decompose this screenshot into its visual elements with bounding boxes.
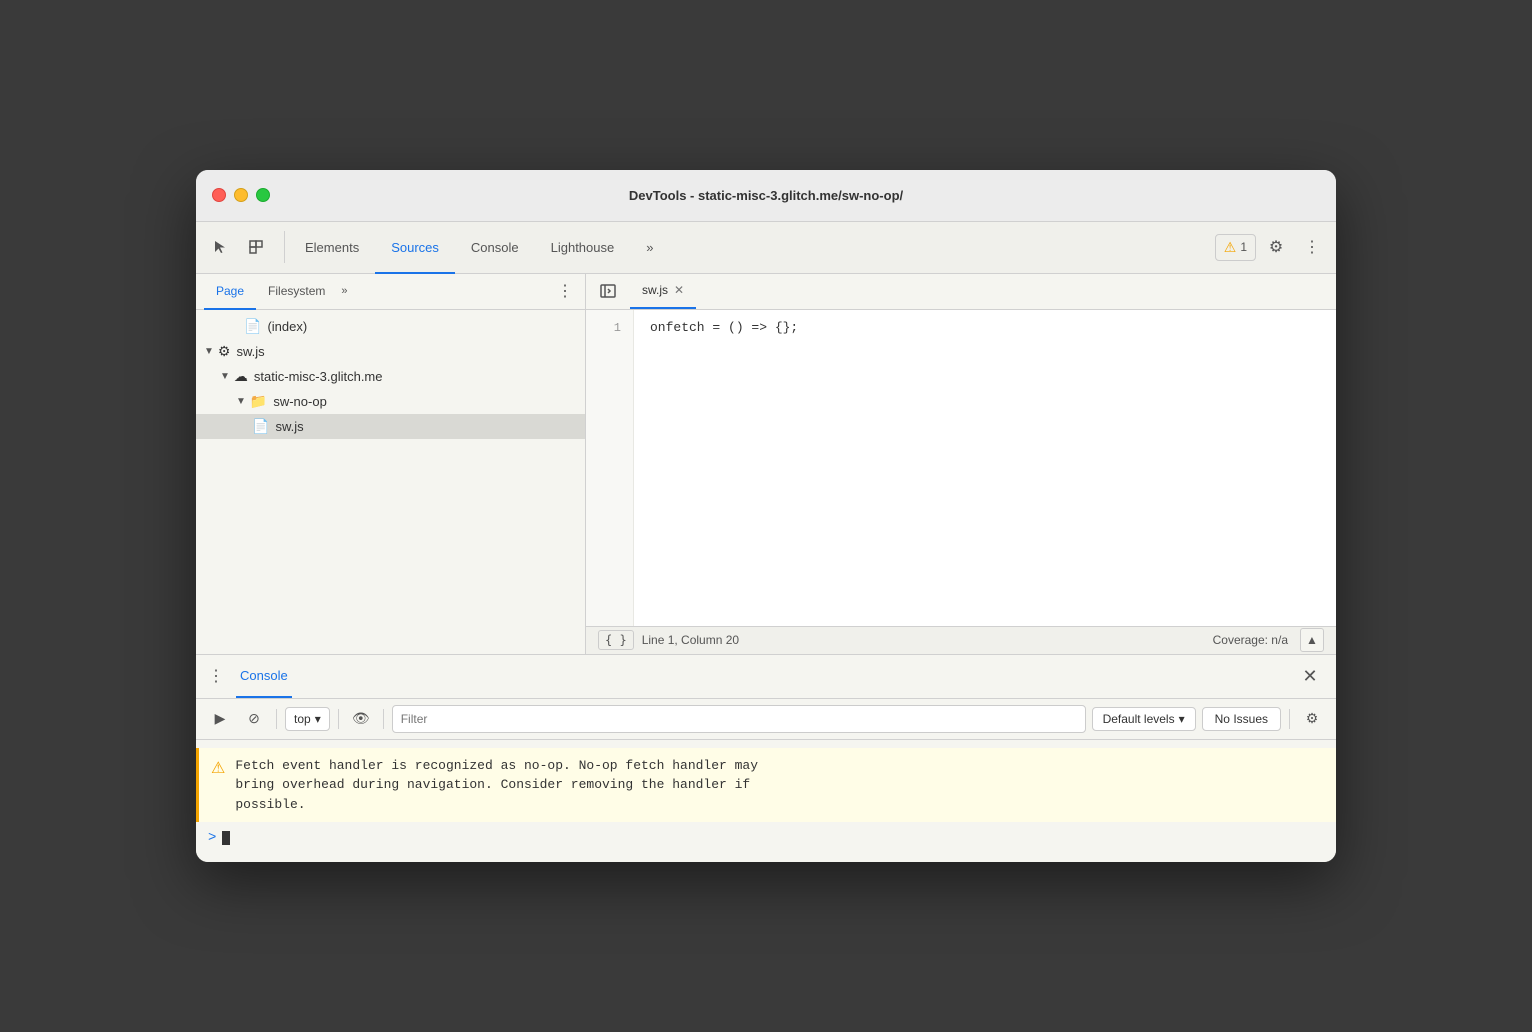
code-line-1: onfetch = () => {};	[650, 318, 1320, 338]
file-tree: 📄 (index) ▼ ⚙ sw.js ▼ ☁ static-misc-3.gl…	[196, 310, 585, 654]
sidebar-toggle-button[interactable]	[594, 277, 622, 305]
panel-tab-filesystem[interactable]: Filesystem	[256, 275, 337, 310]
minimize-button[interactable]	[234, 188, 248, 202]
top-context-selector[interactable]: top ▾	[285, 707, 330, 731]
file-icon: 📄	[244, 318, 261, 335]
editor-tab-swjs[interactable]: sw.js ✕	[630, 274, 696, 309]
tab-more[interactable]: »	[630, 223, 669, 274]
warning-icon: ⚠	[1224, 239, 1237, 256]
close-button[interactable]	[212, 188, 226, 202]
tab-sources[interactable]: Sources	[375, 223, 455, 274]
maximize-button[interactable]	[256, 188, 270, 202]
tree-item-domain[interactable]: ▼ ☁ static-misc-3.glitch.me	[196, 364, 585, 389]
console-settings-button[interactable]: ⚙	[1298, 705, 1326, 733]
separator	[383, 709, 384, 729]
devtools-window: DevTools - static-misc-3.glitch.me/sw-no…	[196, 170, 1336, 863]
right-panel: sw.js ✕ 1 onfetch = () => {}; { }	[586, 274, 1336, 654]
panel-tab-page[interactable]: Page	[204, 275, 256, 310]
folder-icon: 📁	[250, 393, 267, 410]
run-button[interactable]: ▶	[206, 705, 234, 733]
gear-icon: ⚙	[218, 343, 231, 360]
window-title: DevTools - static-misc-3.glitch.me/sw-no…	[629, 188, 903, 203]
more-options-button[interactable]: ⋮	[1296, 231, 1328, 263]
console-warning-message: ⚠ Fetch event handler is recognized as n…	[196, 748, 1336, 823]
warning-triangle-icon: ⚠	[211, 758, 225, 778]
scroll-to-top-button[interactable]: ▲	[1300, 628, 1324, 652]
tab-lighthouse[interactable]: Lighthouse	[535, 223, 631, 274]
tree-item-swjs-file[interactable]: 📄 sw.js	[196, 414, 585, 439]
tree-item-folder[interactable]: ▼ 📁 sw-no-op	[196, 389, 585, 414]
devtools-toolbar: Elements Sources Console Lighthouse » ⚠ …	[196, 222, 1336, 274]
traffic-lights	[212, 188, 270, 202]
chevron-down-icon: ▼	[236, 396, 246, 407]
chevron-down-icon: ▾	[315, 712, 321, 726]
console-close-button[interactable]: ✕	[1296, 662, 1324, 690]
line-numbers: 1	[586, 310, 634, 626]
tree-item-index[interactable]: 📄 (index)	[196, 314, 585, 339]
line-number-1: 1	[586, 318, 633, 338]
no-issues-button[interactable]: No Issues	[1202, 707, 1281, 731]
tab-close-button[interactable]: ✕	[674, 283, 684, 297]
chevron-down-icon: ▼	[220, 371, 230, 382]
console-header: ⋮ Console ✕	[196, 655, 1336, 699]
status-bar: { } Line 1, Column 20 Coverage: n/a ▲	[586, 626, 1336, 654]
separator	[1289, 709, 1290, 729]
panel-menu-button[interactable]: ⋮	[553, 281, 577, 301]
console-menu-button[interactable]: ⋮	[208, 666, 224, 686]
inspect-icon[interactable]	[240, 231, 272, 263]
code-content[interactable]: onfetch = () => {};	[634, 310, 1336, 626]
console-content: ⚠ Fetch event handler is recognized as n…	[196, 740, 1336, 863]
separator	[338, 709, 339, 729]
console-prompt: >	[208, 830, 216, 846]
chevron-down-icon: ▾	[1179, 712, 1185, 726]
default-levels-button[interactable]: Default levels ▾	[1092, 707, 1196, 731]
tab-elements[interactable]: Elements	[289, 223, 375, 274]
cloud-icon: ☁	[234, 368, 248, 385]
format-button[interactable]: { }	[598, 630, 634, 650]
bottom-panel: ⋮ Console ✕ ▶ ⊘ top ▾ 👁 Default levels ▾	[196, 654, 1336, 863]
devtools-tab-list: Elements Sources Console Lighthouse »	[289, 222, 1215, 273]
left-panel: Page Filesystem » ⋮ 📄 (index) ▼	[196, 274, 586, 654]
console-cursor	[222, 831, 230, 845]
console-input-line[interactable]: >	[196, 822, 1336, 854]
panel-tab-more[interactable]: »	[337, 274, 351, 309]
tab-console[interactable]: Console	[455, 223, 535, 274]
tree-item-swjs-root[interactable]: ▼ ⚙ sw.js	[196, 339, 585, 364]
code-area: 1 onfetch = () => {};	[586, 310, 1336, 626]
chevron-down-icon: ▼	[204, 346, 214, 357]
main-content: Page Filesystem » ⋮ 📄 (index) ▼	[196, 274, 1336, 654]
console-toolbar: ▶ ⊘ top ▾ 👁 Default levels ▾ No Issues ⚙	[196, 699, 1336, 740]
warning-badge[interactable]: ⚠ 1	[1215, 234, 1256, 261]
js-file-icon: 📄	[252, 418, 269, 435]
settings-button[interactable]: ⚙	[1260, 231, 1292, 263]
cursor-position: Line 1, Column 20	[642, 633, 739, 647]
filter-input[interactable]	[392, 705, 1086, 733]
toolbar-right: ⚠ 1 ⚙ ⋮	[1215, 231, 1328, 263]
eye-button[interactable]: 👁	[347, 705, 375, 733]
panel-tabs: Page Filesystem » ⋮	[196, 274, 585, 310]
coverage-label: Coverage: n/a	[1213, 633, 1288, 647]
title-bar: DevTools - static-misc-3.glitch.me/sw-no…	[196, 170, 1336, 222]
separator	[276, 709, 277, 729]
console-tab[interactable]: Console	[236, 655, 292, 698]
cursor-icon[interactable]	[204, 231, 236, 263]
status-bar-right: Coverage: n/a ▲	[1213, 628, 1324, 652]
editor-tabs: sw.js ✕	[586, 274, 1336, 310]
toolbar-icon-group	[204, 231, 285, 263]
block-button[interactable]: ⊘	[240, 705, 268, 733]
